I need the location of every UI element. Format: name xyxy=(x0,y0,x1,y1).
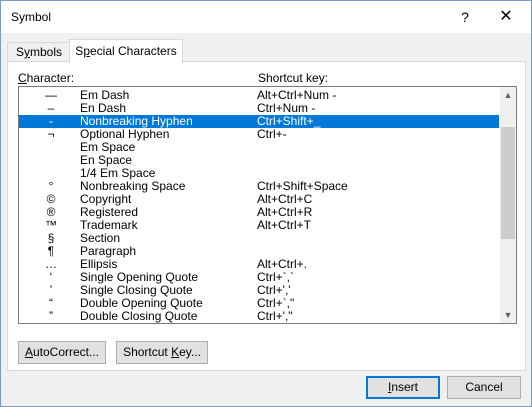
list-item-name: Ellipsis xyxy=(80,257,118,271)
list-item-shortcut: Ctrl+`," xyxy=(257,296,295,310)
list-item-symbol: ® xyxy=(46,205,56,219)
symbol-dialog: Symbol ? ✕ Symbols Special Characters Ch… xyxy=(0,0,532,407)
close-icon[interactable]: ✕ xyxy=(483,1,529,33)
list-item-shortcut: Alt+Ctrl+R xyxy=(257,205,313,219)
list-item-symbol: § xyxy=(47,231,55,245)
list-item-name: Copyright xyxy=(80,192,132,206)
list-item-name: Em Space xyxy=(80,140,136,154)
scroll-thumb[interactable] xyxy=(501,127,515,239)
list-item[interactable]: ™ Trademark Alt+Ctrl+T xyxy=(19,219,499,232)
tab-special-characters[interactable]: Special Characters xyxy=(69,39,183,63)
list-item-name: Section xyxy=(80,231,121,245)
list-item[interactable]: ‘ Single Opening Quote Ctrl+`,` xyxy=(19,271,499,284)
list-item-symbol: – xyxy=(47,101,55,115)
list-item-name: 1/4 Em Space xyxy=(80,166,156,180)
list-item-name: Paragraph xyxy=(80,244,137,258)
scroll-up-icon[interactable]: ▲ xyxy=(500,87,516,103)
list-item[interactable]: … Ellipsis Alt+Ctrl+. xyxy=(19,258,499,271)
list-item[interactable]: § Section xyxy=(19,232,499,245)
insert-button-label: Insert xyxy=(387,380,419,394)
tab-special-characters-label: Special Characters xyxy=(75,44,177,58)
list-item-symbol: - xyxy=(49,114,53,128)
list-item-shortcut: Ctrl+Num - xyxy=(257,101,316,115)
list-item[interactable]: ¶ Paragraph xyxy=(19,245,499,258)
list-item-shortcut: Ctrl+Shift+_ xyxy=(257,114,321,128)
character-column-header: Character: xyxy=(18,71,75,85)
special-characters-panel: Character: Shortcut key: ” Double Closing… xyxy=(7,61,526,371)
list-item[interactable]: ’ Single Closing Quote Ctrl+',' xyxy=(19,284,499,297)
shortcut-key-button[interactable]: Shortcut Key... xyxy=(116,341,208,364)
list-item-shortcut: Ctrl+'," xyxy=(257,309,293,323)
list-item-symbol: ¶ xyxy=(47,244,55,258)
list-item-symbol: “ xyxy=(49,296,53,310)
list-item[interactable]: “ Double Opening Quote Ctrl+`," xyxy=(19,297,499,310)
list-item-name: Double Opening Quote xyxy=(80,296,203,310)
list-item-symbol: ° xyxy=(48,179,54,193)
list-item-shortcut: Alt+Ctrl+T xyxy=(257,218,312,232)
list-item[interactable]: ¬ Optional Hyphen Ctrl+- xyxy=(19,128,499,141)
list-item[interactable]: ” Double Closing Quote Ctrl+'," xyxy=(19,310,499,323)
shortcut-key-button-label: Shortcut Key... xyxy=(123,345,201,359)
insert-button[interactable]: Insert xyxy=(366,376,440,399)
list-item-symbol: © xyxy=(46,192,56,206)
list-scrollbar[interactable]: ▲ ▼ xyxy=(500,87,516,323)
list-item-symbol: — xyxy=(45,88,57,102)
title-bar[interactable]: Symbol ? ✕ xyxy=(1,1,531,33)
list-item-name: En Dash xyxy=(80,101,127,115)
list-item-name: Single Opening Quote xyxy=(80,270,199,284)
autocorrect-button-label: AutoCorrect... xyxy=(24,345,100,359)
autocorrect-button[interactable]: AutoCorrect... xyxy=(18,341,106,364)
list-item-name: Single Closing Quote xyxy=(80,283,193,297)
list-item-shortcut: Ctrl+- xyxy=(257,127,287,141)
list-item-name: Em Dash xyxy=(80,88,130,102)
list-item-shortcut: Alt+Ctrl+Num - xyxy=(257,88,337,102)
list-item-symbol: ‘ xyxy=(49,270,53,284)
shortcut-column-header: Shortcut key: xyxy=(258,71,329,85)
list-item[interactable]: ° Nonbreaking Space Ctrl+Shift+Space xyxy=(19,180,499,193)
list-item[interactable]: © Copyright Alt+Ctrl+C xyxy=(19,193,499,206)
scroll-down-icon[interactable]: ▼ xyxy=(500,307,516,323)
list-item[interactable]: Em Space xyxy=(19,141,499,154)
list-item-name: Nonbreaking Hyphen xyxy=(80,114,193,128)
cancel-button[interactable]: Cancel xyxy=(447,376,521,399)
list-item-symbol: ¬ xyxy=(47,127,55,141)
list-item-name: Double Closing Quote xyxy=(80,309,198,323)
list-item-symbol: ™ xyxy=(45,218,57,232)
list-item-shortcut: Ctrl+`,` xyxy=(257,270,294,284)
list-item-symbol: … xyxy=(45,257,57,271)
list-item-name: Trademark xyxy=(80,218,138,232)
list-item-shortcut: Alt+Ctrl+. xyxy=(257,257,308,271)
dialog-title: Symbol xyxy=(11,10,52,24)
tab-symbols-label: Symbols xyxy=(15,45,63,59)
list-item[interactable]: En Space xyxy=(19,154,499,167)
list-item[interactable]: - Nonbreaking Hyphen Ctrl+Shift+_ xyxy=(19,115,499,128)
list-item-symbol: ” xyxy=(49,309,53,323)
list-item-symbol: ’ xyxy=(49,283,53,297)
list-item-shortcut: Ctrl+Shift+Space xyxy=(257,179,348,193)
help-icon[interactable]: ? xyxy=(449,1,481,33)
list-item[interactable]: — Em Dash Alt+Ctrl+Num - xyxy=(19,89,499,102)
list-item-shortcut: Alt+Ctrl+C xyxy=(257,192,313,206)
special-characters-list[interactable]: ” Double Closing Quote Ctrl+'," “ Double Ope… xyxy=(18,86,517,324)
list-item-name: Optional Hyphen xyxy=(80,127,170,141)
list-item[interactable]: – En Dash Ctrl+Num - xyxy=(19,102,499,115)
tab-symbols[interactable]: Symbols xyxy=(7,42,71,62)
cancel-button-label: Cancel xyxy=(465,380,503,394)
list-item-name: Nonbreaking Space xyxy=(80,179,186,193)
list-item[interactable]: 1/4 Em Space xyxy=(19,167,499,180)
list-item-name: En Space xyxy=(80,153,133,167)
list-item-shortcut: Ctrl+',' xyxy=(257,283,291,297)
list-item-name: Registered xyxy=(80,205,139,219)
list-item[interactable]: ® Registered Alt+Ctrl+R xyxy=(19,206,499,219)
